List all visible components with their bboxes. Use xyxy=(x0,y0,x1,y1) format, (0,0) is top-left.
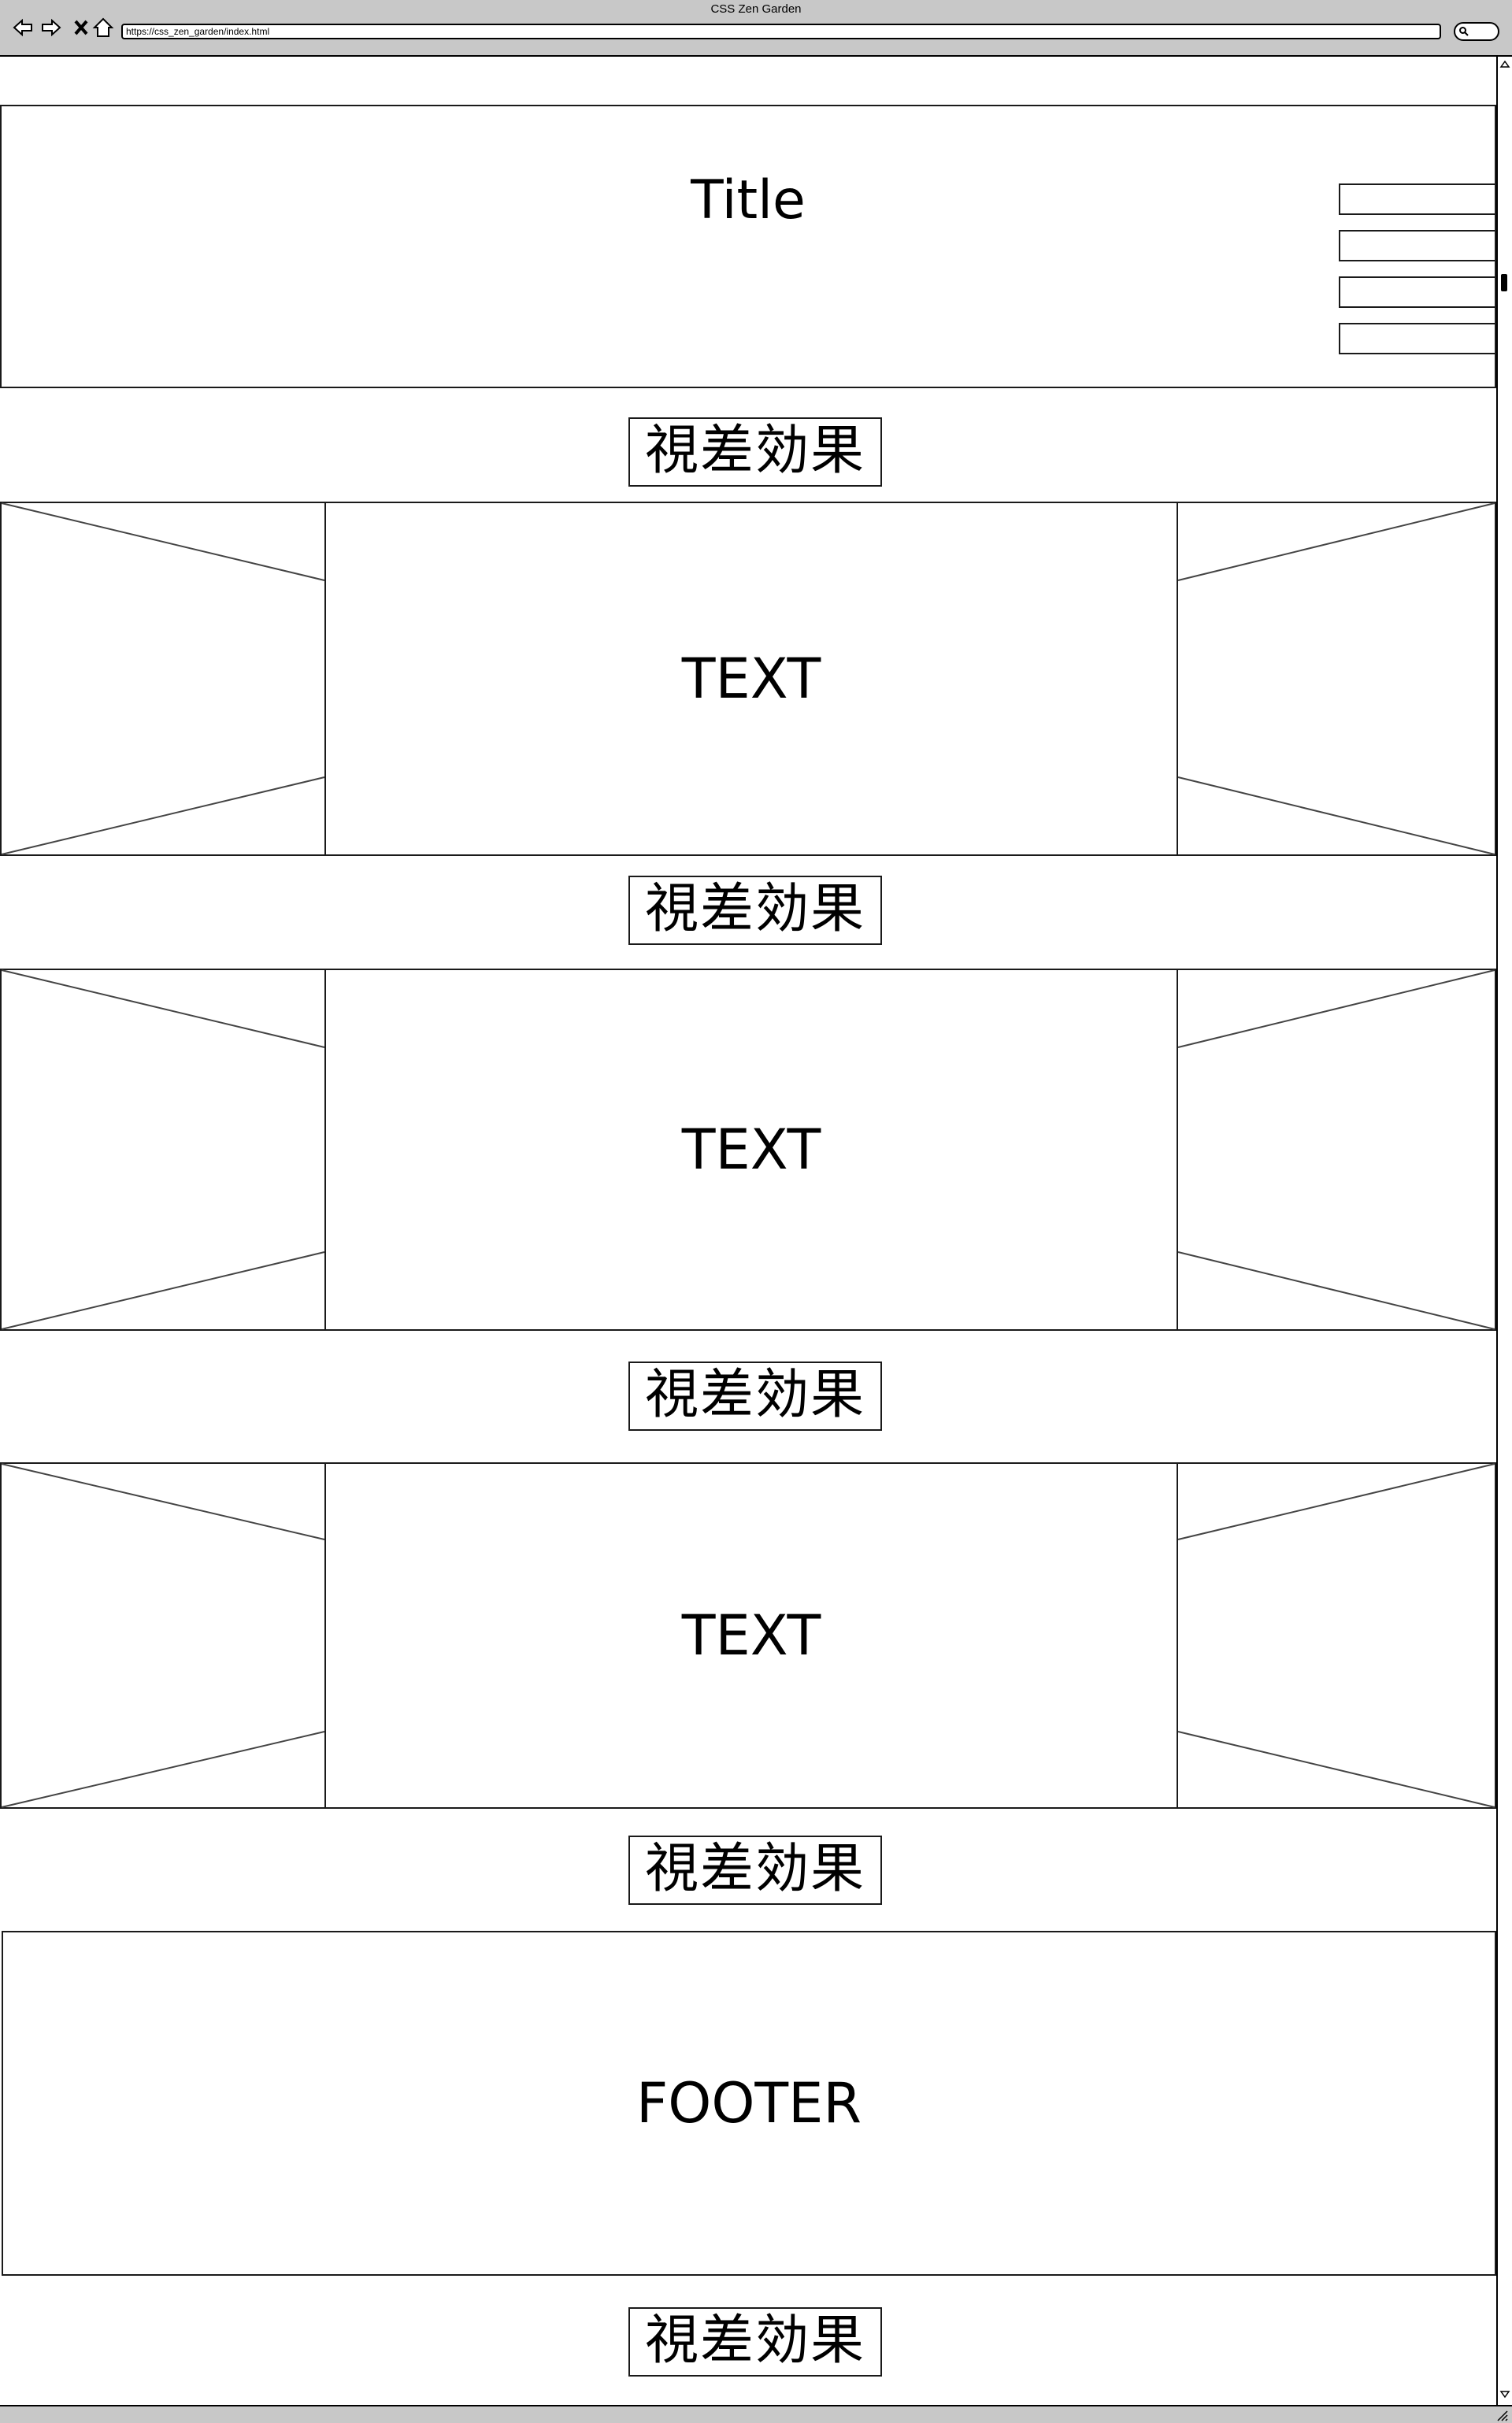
stop-icon[interactable] xyxy=(69,16,93,39)
text-panel: TEXT xyxy=(324,502,1178,856)
search-icon xyxy=(1459,27,1469,36)
forward-icon[interactable] xyxy=(39,16,63,39)
section-text: TEXT xyxy=(681,647,821,711)
page-footer: FOOTER xyxy=(2,1931,1496,2276)
section-text: TEXT xyxy=(681,1603,821,1668)
back-icon[interactable] xyxy=(11,16,35,39)
footer-label: FOOTER xyxy=(636,2071,862,2136)
scrollbar-thumb[interactable] xyxy=(1501,274,1507,291)
content-section: TEXT xyxy=(0,969,1496,1331)
text-panel: TEXT xyxy=(324,969,1178,1331)
address-bar[interactable]: https://css_zen_garden/index.html xyxy=(121,24,1441,39)
window-title: CSS Zen Garden xyxy=(710,2,802,16)
page-title: Title xyxy=(691,169,806,232)
vertical-scrollbar[interactable] xyxy=(1496,57,1512,2405)
parallax-label: 視差効果 xyxy=(628,2307,882,2377)
parallax-label: 視差効果 xyxy=(628,1362,882,1431)
resize-grip-icon[interactable] xyxy=(1495,2408,1509,2422)
scroll-down-icon[interactable] xyxy=(1499,2389,1510,2400)
content-section: TEXT xyxy=(0,1462,1496,1809)
home-icon[interactable] xyxy=(91,16,115,39)
parallax-label: 視差効果 xyxy=(628,1836,882,1905)
parallax-label: 視差効果 xyxy=(628,876,882,945)
content-section: TEXT xyxy=(0,502,1496,856)
nav-menu-item-4[interactable] xyxy=(1339,323,1496,354)
status-bar xyxy=(0,2405,1512,2423)
browser-search-field[interactable] xyxy=(1454,22,1499,41)
page-header: Title xyxy=(0,105,1496,388)
nav-menu-item-2[interactable] xyxy=(1339,230,1496,261)
scroll-up-icon[interactable] xyxy=(1499,58,1510,69)
parallax-label: 視差効果 xyxy=(628,417,882,487)
browser-toolbar: CSS Zen Garden https://css_zen_garden/in… xyxy=(0,0,1512,57)
text-panel: TEXT xyxy=(324,1462,1178,1809)
section-text: TEXT xyxy=(681,1117,821,1182)
nav-menu-item-1[interactable] xyxy=(1339,183,1496,215)
nav-menu-item-3[interactable] xyxy=(1339,276,1496,308)
